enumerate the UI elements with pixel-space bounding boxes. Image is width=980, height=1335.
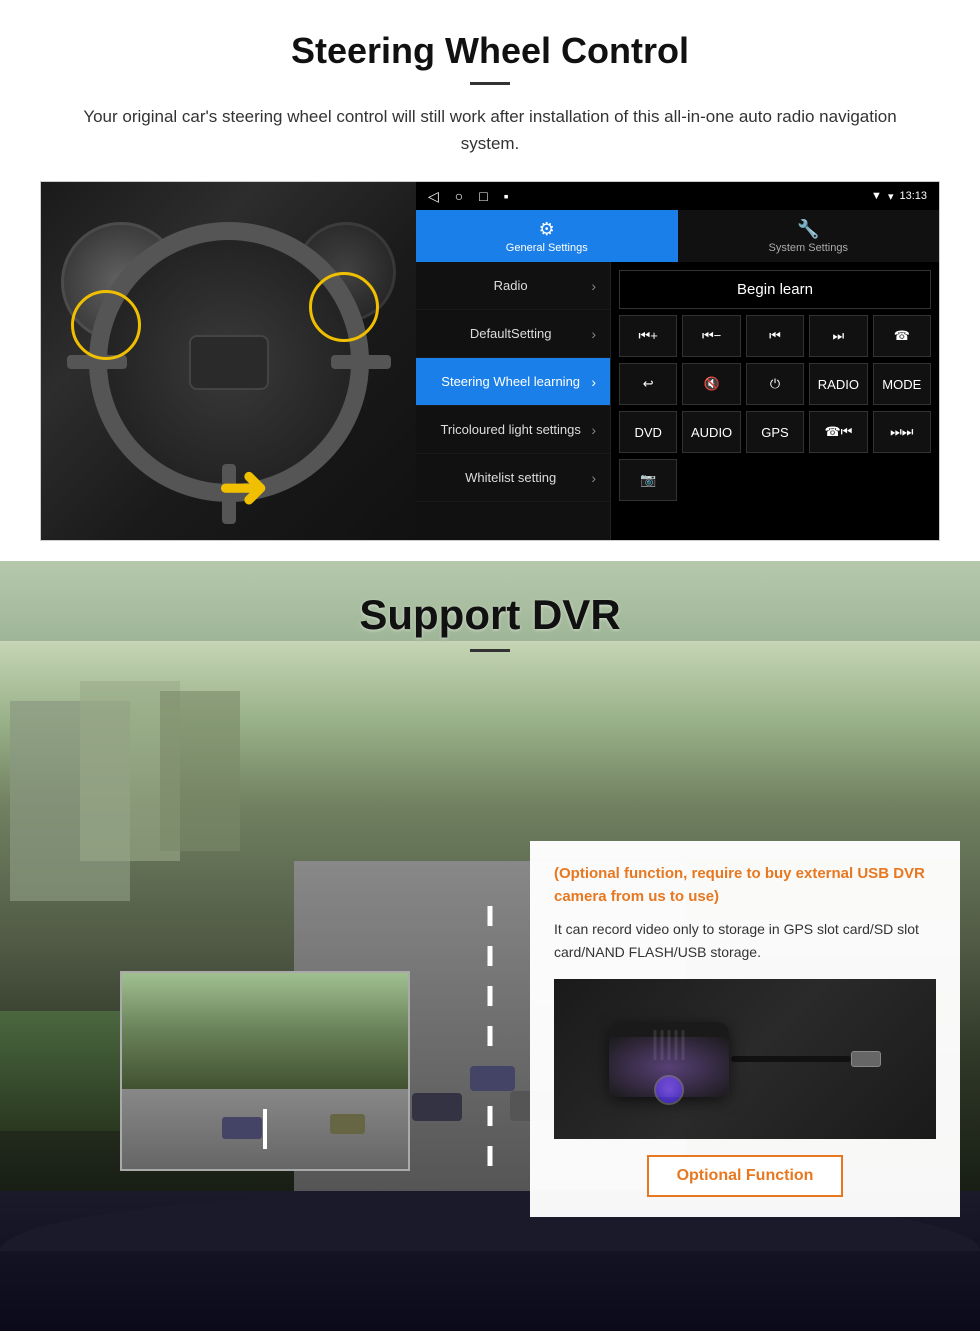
chevron-right-icon: › xyxy=(591,470,596,486)
ctrl-dvd[interactable]: DVD xyxy=(619,411,677,453)
dvr-optional-note: (Optional function, require to buy exter… xyxy=(554,863,936,908)
ctrl-camera[interactable]: 📷 xyxy=(619,459,677,501)
optional-btn-container: Optional Function xyxy=(554,1155,936,1197)
ctrl-audio[interactable]: AUDIO xyxy=(682,411,740,453)
spoke-right xyxy=(331,355,391,369)
nav-other-icon: ▪ xyxy=(504,188,509,205)
thumb-car xyxy=(222,1117,262,1139)
android-tabs: ⚙ General Settings 🔧 System Settings xyxy=(416,210,939,262)
optional-function-button[interactable]: Optional Function xyxy=(647,1155,844,1197)
ctrl-radio[interactable]: RADIO xyxy=(809,363,867,405)
system-icon: 🔧 xyxy=(797,219,819,240)
steering-wheel-hub xyxy=(189,335,269,390)
dvr-card-body: It can record video only to storage in G… xyxy=(554,918,936,963)
steering-wheel-section: Steering Wheel Control Your original car… xyxy=(0,0,980,561)
usb-cable xyxy=(731,1056,851,1062)
menu-item-whitelist[interactable]: Whitelist setting › xyxy=(416,454,610,502)
building-3 xyxy=(160,691,240,851)
ctrl-row-2: ↩ 🔇 ⏻ RADIO MODE xyxy=(619,363,931,405)
ctrl-row-4: 📷 xyxy=(619,459,931,501)
dvr-camera-illustration xyxy=(554,979,936,1139)
menu-item-radio[interactable]: Radio › xyxy=(416,262,610,310)
menu-item-steering[interactable]: Steering Wheel learning › xyxy=(416,358,610,406)
thumb-car-2 xyxy=(330,1114,365,1134)
android-body: Radio › DefaultSetting › Steering Wheel … xyxy=(416,262,939,540)
dvr-section-title: Support DVR xyxy=(0,591,980,639)
chevron-right-icon: › xyxy=(591,326,596,342)
signal-icon: ▼ xyxy=(871,190,882,202)
statusbar-right: ▼ ▾ 13:13 xyxy=(871,190,927,203)
ctrl-phone[interactable]: ☎ xyxy=(873,315,931,357)
tab-system-label: System Settings xyxy=(769,242,848,254)
arrow-indicator: ➜ xyxy=(218,452,268,522)
begin-learn-button[interactable]: Begin learn xyxy=(619,270,931,309)
chevron-right-icon: › xyxy=(591,278,596,294)
nav-back-icon[interactable]: ◁ xyxy=(428,188,439,205)
section-subtitle: Your original car's steering wheel contr… xyxy=(60,103,920,157)
ctrl-next[interactable]: ⏭ xyxy=(809,315,867,357)
chevron-right-icon: › xyxy=(591,374,596,390)
android-content-area: Begin learn ⏮+ ⏮− ⏮ ⏭ ☎ ↩ 🔇 ⏻ RADIO xyxy=(611,262,939,540)
tab-general-settings[interactable]: ⚙ General Settings xyxy=(416,210,678,262)
chevron-right-icon: › xyxy=(591,422,596,438)
statusbar-nav: ◁ ○ □ ▪ xyxy=(428,188,509,205)
spoke-left xyxy=(67,355,127,369)
ctrl-row-3: DVD AUDIO GPS ☎⏮ ⏭⏭ xyxy=(619,411,931,453)
road-line xyxy=(488,906,493,1181)
car-1 xyxy=(412,1093,462,1121)
camera-body xyxy=(609,1022,729,1097)
camera-assembly xyxy=(609,1022,881,1097)
ctrl-phone-next[interactable]: ⏭⏭ xyxy=(873,411,931,453)
car-3 xyxy=(470,1066,515,1091)
dvr-divider xyxy=(470,649,510,652)
ctrl-mode[interactable]: MODE xyxy=(873,363,931,405)
android-statusbar: ◁ ○ □ ▪ ▼ ▾ 13:13 xyxy=(416,182,939,210)
camera-glow xyxy=(609,1037,729,1097)
title-divider xyxy=(470,82,510,85)
swc-panel: ➜ ◁ ○ □ ▪ ▼ ▾ 13:13 ⚙ xyxy=(40,181,940,541)
dvr-thumbnail xyxy=(120,971,410,1171)
ctrl-prev[interactable]: ⏮ xyxy=(746,315,804,357)
dvr-info-card: (Optional function, require to buy exter… xyxy=(530,841,960,1217)
menu-item-default[interactable]: DefaultSetting › xyxy=(416,310,610,358)
ctrl-gps[interactable]: GPS xyxy=(746,411,804,453)
wifi-icon: ▾ xyxy=(888,190,894,203)
android-ui: ◁ ○ □ ▪ ▼ ▾ 13:13 ⚙ General Settings xyxy=(416,182,939,540)
page-title: Steering Wheel Control xyxy=(40,30,940,72)
statusbar-time: 13:13 xyxy=(899,190,927,202)
ctrl-phone-prev[interactable]: ☎⏮ xyxy=(809,411,867,453)
menu-item-tricoloured[interactable]: Tricoloured light settings › xyxy=(416,406,610,454)
android-menu: Radio › DefaultSetting › Steering Wheel … xyxy=(416,262,611,540)
ctrl-row-1: ⏮+ ⏮− ⏮ ⏭ ☎ xyxy=(619,315,931,357)
dvr-title-area: Support DVR xyxy=(0,561,980,667)
ctrl-power[interactable]: ⏻ xyxy=(746,363,804,405)
ctrl-back[interactable]: ↩ xyxy=(619,363,677,405)
ctrl-vol-up[interactable]: ⏮+ xyxy=(619,315,677,357)
gear-icon: ⚙ xyxy=(539,219,555,240)
nav-recent-icon[interactable]: □ xyxy=(479,188,487,205)
ctrl-mute[interactable]: 🔇 xyxy=(682,363,740,405)
usb-plug xyxy=(851,1051,881,1067)
dvr-section: Support DVR (Optional function, require … xyxy=(0,561,980,1331)
ctrl-vol-down[interactable]: ⏮− xyxy=(682,315,740,357)
nav-home-icon[interactable]: ○ xyxy=(455,188,463,205)
tab-general-label: General Settings xyxy=(506,242,588,254)
steering-wheel-image: ➜ xyxy=(41,182,416,541)
tab-system-settings[interactable]: 🔧 System Settings xyxy=(678,210,940,262)
thumb-road-line xyxy=(263,1109,267,1149)
